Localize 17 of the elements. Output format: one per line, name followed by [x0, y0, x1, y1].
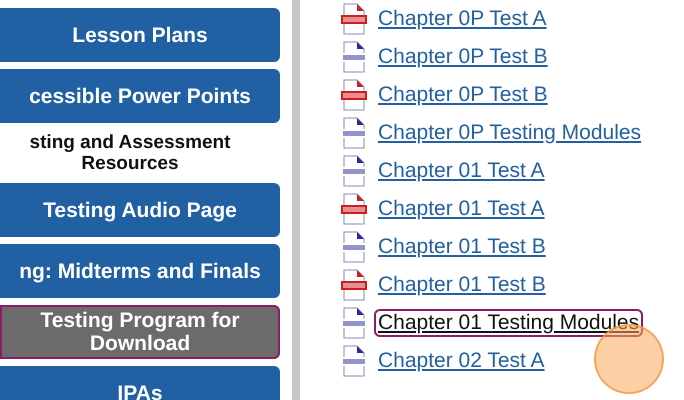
section-heading: sting and Assessment Resources: [28, 131, 232, 176]
file-link[interactable]: Chapter 02 Test A: [374, 346, 549, 374]
nav-button[interactable]: Testing Audio Page: [0, 183, 280, 237]
file-link[interactable]: Chapter 0P Test A: [374, 4, 551, 32]
file-link[interactable]: Chapter 01 Test B: [374, 270, 550, 298]
file-link[interactable]: Chapter 01 Test B: [374, 232, 550, 260]
nav-button[interactable]: Lesson Plans: [0, 8, 280, 62]
nav-button[interactable]: ng: Midterms and Finals: [0, 244, 280, 298]
file-link[interactable]: Chapter 0P Test B: [374, 42, 552, 70]
file-link[interactable]: Chapter 01 Testing Modules: [374, 308, 644, 336]
file-link[interactable]: Chapter 0P Testing Modules: [374, 118, 646, 146]
nav-button[interactable]: IPAs: [0, 366, 280, 400]
file-link[interactable]: Chapter 01 Test A: [374, 194, 549, 222]
nav-button[interactable]: Testing Program for Download: [0, 305, 280, 359]
file-link[interactable]: Chapter 01 Test A: [374, 156, 549, 184]
file-link[interactable]: Chapter 0P Test B: [374, 80, 552, 108]
nav-button[interactable]: cessible Power Points: [0, 69, 280, 123]
